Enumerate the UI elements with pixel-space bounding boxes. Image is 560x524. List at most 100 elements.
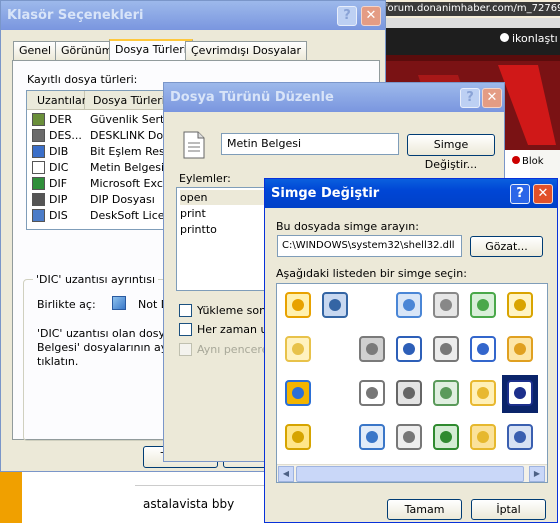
actions-label: Eylemler: bbox=[179, 172, 231, 185]
file-type-row[interactable]: DIC Metin Belgesi bbox=[27, 160, 165, 176]
scroll-thumb[interactable] bbox=[296, 466, 524, 482]
network-computer-icon[interactable] bbox=[322, 292, 348, 318]
file-type-icon bbox=[32, 161, 45, 174]
folder-settings-icon[interactable] bbox=[507, 336, 533, 362]
browse-same-window-checkbox bbox=[179, 343, 192, 356]
file-type-description: Güvenlik Sertifi bbox=[90, 113, 166, 126]
folder-open-icon[interactable] bbox=[470, 380, 496, 406]
help-button[interactable]: ? bbox=[460, 88, 480, 108]
help-button[interactable]: ? bbox=[510, 184, 530, 204]
change-icon-dialog: Simge Değiştir ? ✕ Bu dosyada simge aray… bbox=[264, 178, 558, 523]
actions-list[interactable]: open print printto bbox=[176, 187, 266, 291]
action-item[interactable]: printto bbox=[180, 222, 217, 237]
checked-document-icon[interactable] bbox=[396, 336, 422, 362]
tab-general[interactable]: Genel bbox=[13, 41, 58, 60]
column-header-extensions[interactable]: Uzantılar bbox=[27, 91, 86, 110]
file-type-extension: DIF bbox=[49, 177, 68, 190]
file-type-extension: DIP bbox=[49, 193, 68, 206]
tab-file-types[interactable]: Dosya Türleri bbox=[109, 39, 193, 61]
icon-file-path-input[interactable]: C:\WINDOWS\system32\shell32.dll bbox=[277, 235, 462, 257]
help-button[interactable]: ? bbox=[337, 6, 357, 26]
icon-grid-canvas bbox=[285, 292, 538, 450]
recycle-bin-icon[interactable] bbox=[433, 380, 459, 406]
column-header-file-types[interactable]: Dosya Türleri bbox=[85, 91, 165, 110]
file-type-description: Metin Belgesi bbox=[90, 161, 165, 174]
registered-types-label: Kayıtlı dosya türleri: bbox=[27, 73, 138, 86]
file-type-name-value: Metin Belgesi bbox=[227, 137, 302, 150]
opens-with-label: Birlikte aç: bbox=[37, 298, 96, 311]
edit-file-type-titlebar[interactable]: Dosya Türünü Düzenle ? ✕ bbox=[164, 83, 504, 112]
block-icon bbox=[512, 156, 520, 164]
file-type-description: Microsoft Excel bbox=[90, 177, 166, 190]
user-icon bbox=[500, 33, 509, 42]
details-group-title: 'DIC' uzantısı ayrıntısı bbox=[33, 273, 159, 286]
search-computer-icon[interactable] bbox=[396, 292, 422, 318]
file-types-list[interactable]: Uzantılar Dosya Türleri DER Güvenlik Sert… bbox=[26, 90, 166, 230]
tab-offline-files[interactable]: Çevrimdışı Dosyalar bbox=[185, 41, 308, 60]
forum-link[interactable]: ikonlaştı bbox=[500, 32, 558, 45]
close-button[interactable]: ✕ bbox=[482, 88, 502, 108]
printer-paper-icon[interactable] bbox=[396, 424, 422, 450]
ok-button[interactable]: Tamam bbox=[387, 499, 462, 520]
description-line-3: tıklatın. bbox=[37, 355, 79, 368]
windows-logo-icon[interactable] bbox=[285, 380, 311, 406]
file-type-extension: DER bbox=[49, 113, 73, 126]
text-document-icon bbox=[183, 131, 205, 159]
printer-icon[interactable] bbox=[433, 292, 459, 318]
drive-error-icon[interactable] bbox=[359, 336, 385, 362]
file-type-extension: DIC bbox=[49, 161, 69, 174]
close-button[interactable]: ✕ bbox=[533, 184, 553, 204]
horizontal-scrollbar[interactable]: ◀ ▶ bbox=[277, 464, 547, 482]
cancel-button[interactable]: İptal bbox=[471, 499, 546, 520]
file-type-row[interactable]: DIP DIP Dosyası bbox=[27, 192, 165, 208]
file-type-extension: DIS bbox=[49, 209, 68, 222]
change-icon-button[interactable]: Simge Değiştir... bbox=[407, 134, 495, 171]
file-type-icon bbox=[32, 145, 45, 158]
dialog-title: Dosya Türünü Düzenle bbox=[170, 90, 334, 105]
folder-search-icon[interactable] bbox=[285, 336, 311, 362]
document-selected-icon[interactable] bbox=[502, 375, 538, 413]
network-settings-icon[interactable] bbox=[507, 292, 533, 318]
file-type-icon bbox=[32, 113, 45, 126]
confirm-open-checkbox[interactable] bbox=[179, 304, 192, 317]
lock-icon[interactable] bbox=[285, 424, 311, 450]
search-document-icon[interactable] bbox=[359, 424, 385, 450]
change-icon-titlebar[interactable]: Simge Değiştir ? ✕ bbox=[265, 179, 557, 208]
file-type-row[interactable]: DES... DESKLINK Dos bbox=[27, 128, 166, 144]
file-type-row[interactable]: DIS DeskSoft Licen bbox=[27, 208, 165, 224]
choose-icon-label: Aşağıdaki listeden bir simge seçin: bbox=[276, 267, 467, 280]
scroll-left-button[interactable]: ◀ bbox=[278, 466, 294, 482]
forum-post-text: astalavista bby bbox=[143, 497, 235, 511]
file-type-description: DESKLINK Dos bbox=[90, 129, 166, 142]
printer-fax-icon[interactable] bbox=[433, 336, 459, 362]
block-link[interactable]: Blok bbox=[512, 156, 544, 167]
scroll-right-button[interactable]: ▶ bbox=[529, 466, 545, 482]
folder-icon[interactable] bbox=[470, 424, 496, 450]
file-type-name-input[interactable]: Metin Belgesi bbox=[221, 133, 399, 155]
browse-button[interactable]: Gözat... bbox=[470, 236, 543, 257]
file-type-icon bbox=[32, 177, 45, 190]
folder-options-titlebar[interactable]: Klasör Seçenekleri ? ✕ bbox=[1, 1, 385, 30]
key-icon[interactable] bbox=[285, 292, 311, 318]
close-button[interactable]: ✕ bbox=[361, 6, 381, 26]
file-type-row[interactable]: DIB Bit Eşlem Resm bbox=[27, 144, 165, 160]
recycle-bin-full-icon[interactable] bbox=[470, 292, 496, 318]
icon-grid[interactable]: ◀ ▶ bbox=[276, 283, 548, 483]
forum-left-accent bbox=[0, 472, 22, 523]
file-type-row[interactable]: DIF Microsoft Excel bbox=[27, 176, 166, 192]
file-type-row[interactable]: DER Güvenlik Sertifi bbox=[27, 112, 166, 128]
file-type-icon bbox=[32, 129, 45, 142]
document-copy-icon[interactable] bbox=[470, 336, 496, 362]
action-item[interactable]: print bbox=[180, 206, 206, 221]
dialog-title: Simge Değiştir bbox=[271, 186, 380, 201]
control-panel-icon[interactable] bbox=[507, 424, 533, 450]
action-item[interactable]: open bbox=[180, 190, 264, 205]
dialog-title: Klasör Seçenekleri bbox=[7, 8, 144, 23]
file-type-extension: DIB bbox=[49, 145, 69, 158]
recycle-bin-green-icon[interactable] bbox=[433, 424, 459, 450]
documents-stack-icon[interactable] bbox=[359, 380, 385, 406]
notepad-icon bbox=[112, 296, 126, 310]
always-show-extension-checkbox[interactable] bbox=[179, 323, 192, 336]
browser-url[interactable]: forum.donanimhaber.com/m_72769 bbox=[378, 2, 560, 16]
printer-network-icon[interactable] bbox=[396, 380, 422, 406]
